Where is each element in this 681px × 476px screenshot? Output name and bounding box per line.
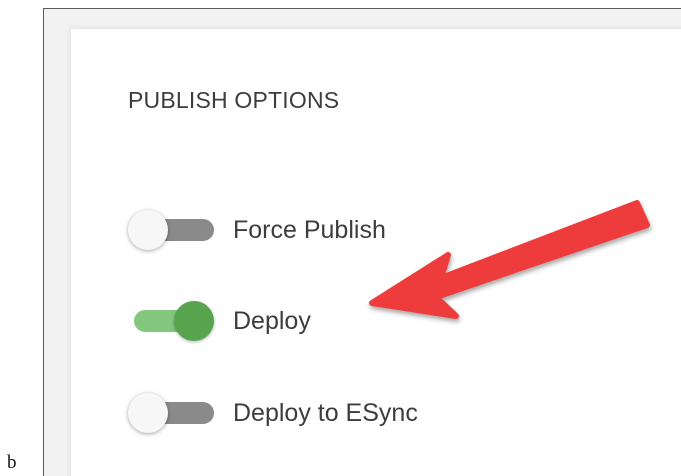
force-publish-label[interactable]: Force Publish <box>233 210 386 250</box>
force-publish-toggle[interactable] <box>128 210 214 250</box>
toggle-thumb <box>128 210 168 250</box>
option-force-publish[interactable]: Force Publish <box>128 210 386 250</box>
panel-title: PUBLISH OPTIONS <box>128 87 340 113</box>
figure: b PUBLISH OPTIONS Force Publish Deploy D… <box>0 0 681 476</box>
publish-options-panel: PUBLISH OPTIONS Force Publish Deploy Dep… <box>71 29 681 476</box>
screenshot-frame: PUBLISH OPTIONS Force Publish Deploy Dep… <box>43 8 681 476</box>
option-deploy-to-esync[interactable]: Deploy to ESync <box>128 393 418 433</box>
toggle-thumb <box>128 393 168 433</box>
toggle-thumb <box>174 301 214 341</box>
figure-caption-letter: b <box>7 452 17 473</box>
deploy-to-esync-label[interactable]: Deploy to ESync <box>233 393 418 433</box>
deploy-label[interactable]: Deploy <box>233 301 311 341</box>
option-deploy[interactable]: Deploy <box>128 301 311 341</box>
deploy-to-esync-toggle[interactable] <box>128 393 214 433</box>
deploy-toggle[interactable] <box>128 301 214 341</box>
